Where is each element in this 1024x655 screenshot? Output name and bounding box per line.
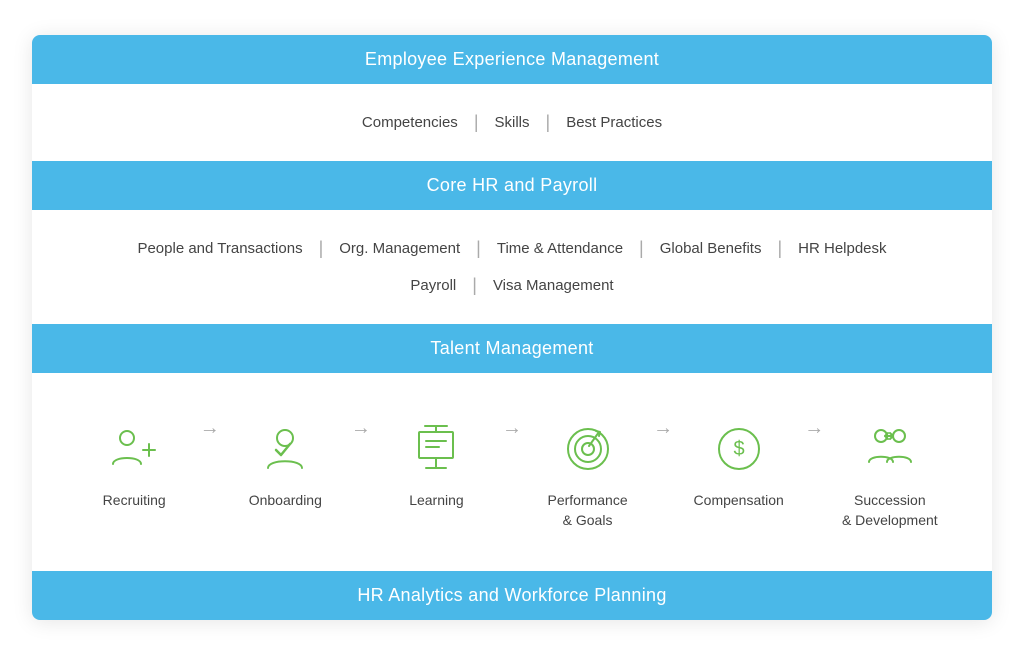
recruiting-icon-wrap [102,417,166,481]
core-hr-benefits: Global Benefits [644,236,778,261]
emp-exp-item-competencies: Competencies [346,110,474,135]
learning-icon [409,422,463,476]
talent-header: Talent Management [32,324,992,373]
core-hr-people: People and Transactions [121,236,318,261]
performance-icon [561,422,615,476]
core-hr-visa: Visa Management [477,273,630,298]
onboarding-label: Onboarding [249,491,322,511]
analytics-header: HR Analytics and Workforce Planning [32,571,992,620]
learning-icon-wrap [404,417,468,481]
arrow2: → [347,417,374,470]
arrow3: → [499,417,526,470]
arrow5: → [801,417,828,470]
learning-label: Learning [409,491,464,511]
emp-exp-header: Employee Experience Management [32,35,992,84]
compensation-icon: $ [712,422,766,476]
svg-text:$: $ [733,438,744,460]
recruiting-label: Recruiting [103,491,166,511]
succession-icon-wrap [858,417,922,481]
succession-label: Succession& Development [842,491,938,530]
onboarding-icon [258,422,312,476]
talent-item-recruiting: Recruiting [72,417,196,511]
compensation-label: Compensation [694,491,784,511]
performance-label: Performance& Goals [547,491,627,530]
arrow4: → [650,417,677,470]
recruiting-icon [107,422,161,476]
core-hr-row1: People and Transactions | Org. Managemen… [62,230,962,267]
talent-item-learning: Learning [374,417,498,511]
talent-item-onboarding: Onboarding [223,417,347,511]
core-hr-time: Time & Attendance [481,236,639,261]
talent-icons-row: Recruiting → Onboarding → [62,393,962,550]
core-hr-header: Core HR and Payroll [32,161,992,210]
core-hr-org: Org. Management [323,236,476,261]
diagram-container: Employee Experience Management Competenc… [32,35,992,619]
onboarding-icon-wrap [253,417,317,481]
talent-item-succession: Succession& Development [828,417,952,530]
emp-exp-content: Competencies | Skills | Best Practices [32,84,992,161]
core-hr-payroll: Payroll [394,273,472,298]
talent-item-compensation: $ Compensation [677,417,801,511]
arrow1: → [196,417,223,470]
compensation-icon-wrap: $ [707,417,771,481]
succession-icon [863,422,917,476]
talent-item-performance: Performance& Goals [525,417,649,530]
talent-content: Recruiting → Onboarding → [32,373,992,570]
performance-icon-wrap [556,417,620,481]
emp-exp-items-row: Competencies | Skills | Best Practices [62,104,962,141]
emp-exp-item-skills: Skills [479,110,546,135]
core-hr-row2: Payroll | Visa Management [62,267,962,304]
emp-exp-item-best-practices: Best Practices [550,110,678,135]
core-hr-content: People and Transactions | Org. Managemen… [32,210,992,324]
core-hr-helpdesk: HR Helpdesk [782,236,902,261]
